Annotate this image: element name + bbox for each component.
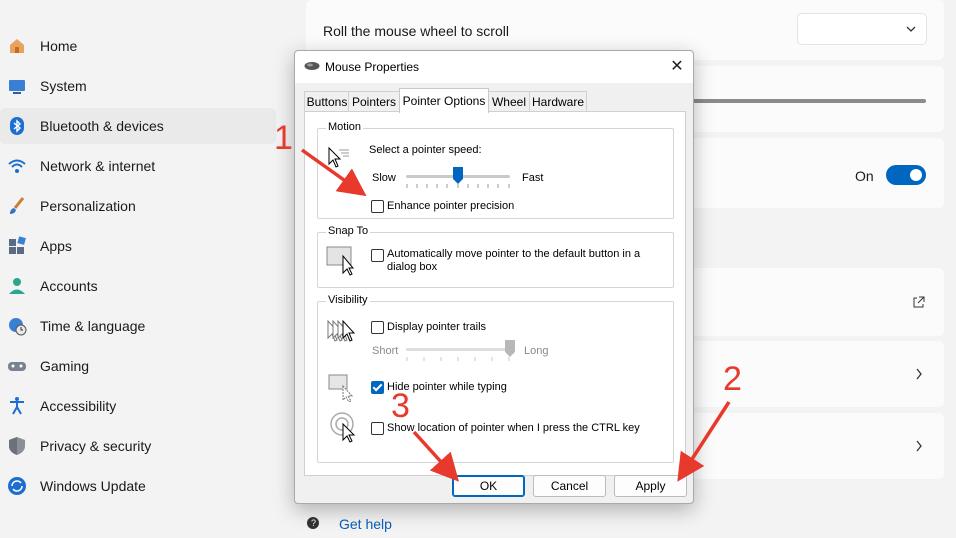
cancel-button[interactable]: Cancel	[533, 475, 606, 497]
sidebar-item-label: Apps	[40, 238, 72, 254]
fast-label: Fast	[522, 172, 544, 184]
snap-to-label-line1: Automatically move pointer to the defaul…	[387, 248, 641, 260]
chevron-right-icon	[916, 440, 922, 452]
sidebar-item-windows-update[interactable]: Windows Update	[0, 468, 276, 504]
sidebar-item-label: Bluetooth & devices	[40, 118, 164, 134]
tab-wheel[interactable]: Wheel	[487, 91, 531, 112]
gamepad-icon	[6, 355, 28, 377]
pointer-speed-ticks	[406, 184, 510, 188]
snap-to-label-line2: dialog box	[387, 261, 438, 273]
sidebar-item-accounts[interactable]: Accounts	[0, 268, 276, 304]
pointer-trails-icon	[327, 319, 356, 342]
svg-text:?: ?	[311, 518, 316, 528]
tab-pointers[interactable]: Pointers	[348, 91, 400, 112]
external-link-icon	[913, 296, 925, 308]
ok-button[interactable]: OK	[452, 475, 525, 497]
sidebar-item-label: Accessibility	[40, 398, 117, 414]
settings-sidebar: Home System Bluetooth & devices Network …	[0, 0, 290, 538]
trail-length-ticks	[406, 357, 510, 361]
shield-icon	[6, 435, 28, 457]
trail-long-label: Long	[524, 345, 549, 357]
dialog-title: Mouse Properties	[325, 60, 420, 74]
sidebar-item-privacy-security[interactable]: Privacy & security	[0, 428, 276, 464]
sidebar-item-network[interactable]: Network & internet	[0, 148, 276, 184]
system-icon	[6, 75, 28, 97]
globe-clock-icon	[6, 315, 28, 337]
slow-label: Slow	[372, 172, 396, 184]
hide-pointer-checkbox[interactable]	[371, 381, 384, 394]
tab-buttons[interactable]: Buttons	[304, 91, 350, 112]
sidebar-item-label: Privacy & security	[40, 438, 152, 454]
annotation-number-1: 1	[274, 119, 293, 157]
pointer-options-panel: Motion Select a pointer speed: Slow Fast…	[304, 111, 686, 476]
visibility-group: Visibility Display pointer trails Short …	[317, 294, 674, 463]
snap-to-group-label: Snap To	[326, 225, 371, 237]
chevron-right-icon	[916, 368, 922, 380]
snap-to-group: Snap To Automatically move pointer to th…	[317, 225, 674, 288]
trail-length-track[interactable]	[406, 348, 510, 351]
enhance-precision-label: Enhance pointer precision	[387, 200, 515, 212]
apps-icon	[6, 235, 28, 257]
ctrl-location-checkbox[interactable]	[371, 422, 384, 435]
enhance-precision-checkbox[interactable]	[371, 200, 384, 213]
sidebar-item-system[interactable]: System	[0, 68, 276, 104]
sidebar-item-bluetooth-devices[interactable]: Bluetooth & devices	[0, 108, 276, 144]
toggle-state-label: On	[855, 168, 874, 184]
snap-to-checkbox[interactable]	[371, 249, 384, 262]
trail-length-thumb[interactable]	[505, 340, 515, 357]
dialog-titlebar[interactable]: Mouse Properties ✕	[295, 51, 693, 83]
lines-slider-track[interactable]	[686, 99, 926, 103]
sidebar-item-personalization[interactable]: Personalization	[0, 188, 276, 224]
annotation-number-3: 3	[391, 387, 410, 425]
mouse-properties-dialog: Mouse Properties ✕ Buttons Pointers Poin…	[294, 50, 694, 504]
accessibility-icon	[6, 395, 28, 417]
sidebar-item-label: Gaming	[40, 358, 90, 374]
apply-button[interactable]: Apply	[614, 475, 687, 497]
home-icon	[6, 35, 28, 57]
sidebar-item-label: Time & language	[40, 318, 146, 334]
motion-group-label: Motion	[326, 121, 364, 133]
sidebar-item-label: Accounts	[40, 278, 98, 294]
speed-label: Select a pointer speed:	[369, 144, 482, 156]
visibility-group-label: Visibility	[326, 294, 370, 306]
pointer-location-icon	[330, 412, 356, 443]
scroll-dropdown[interactable]	[797, 13, 927, 45]
get-help-link[interactable]: Get help	[339, 516, 392, 532]
update-icon	[6, 475, 28, 497]
sidebar-item-accessibility[interactable]: Accessibility	[0, 388, 276, 424]
sidebar-item-label: System	[40, 78, 87, 94]
tab-pointer-options[interactable]: Pointer Options	[399, 88, 489, 113]
scroll-setting-label: Roll the mouse wheel to scroll	[323, 23, 509, 39]
brush-icon	[6, 195, 28, 217]
person-icon	[6, 275, 28, 297]
annotation-number-2: 2	[723, 360, 742, 398]
pointer-trails-checkbox[interactable]	[371, 321, 384, 334]
sidebar-item-label: Windows Update	[40, 478, 146, 494]
snap-to-icon	[326, 246, 355, 276]
sidebar-item-apps[interactable]: Apps	[0, 228, 276, 264]
pointer-trails-label: Display pointer trails	[387, 321, 487, 333]
sidebar-item-label: Home	[40, 38, 78, 54]
sidebar-item-label: Personalization	[40, 198, 136, 214]
help-icon: ?	[306, 516, 322, 532]
sidebar-item-home[interactable]: Home	[0, 28, 276, 64]
sidebar-item-time-language[interactable]: Time & language	[0, 308, 276, 344]
inactive-scroll-toggle[interactable]	[886, 165, 926, 185]
sidebar-item-label: Network & internet	[40, 158, 156, 174]
sidebar-item-gaming[interactable]: Gaming	[0, 348, 276, 384]
mouse-icon	[304, 62, 320, 70]
ctrl-location-label: Show location of pointer when I press th…	[387, 422, 640, 434]
motion-group: Motion Select a pointer speed: Slow Fast…	[317, 121, 674, 219]
pointer-speed-thumb[interactable]	[453, 167, 463, 184]
tab-hardware[interactable]: Hardware	[529, 91, 587, 112]
close-icon[interactable]: ✕	[667, 57, 687, 77]
bluetooth-icon	[6, 115, 28, 137]
hide-pointer-icon	[328, 374, 354, 402]
pointer-speed-icon	[328, 146, 349, 168]
trail-short-label: Short	[372, 345, 399, 357]
chevron-down-icon	[906, 26, 916, 32]
wifi-icon	[6, 155, 28, 177]
